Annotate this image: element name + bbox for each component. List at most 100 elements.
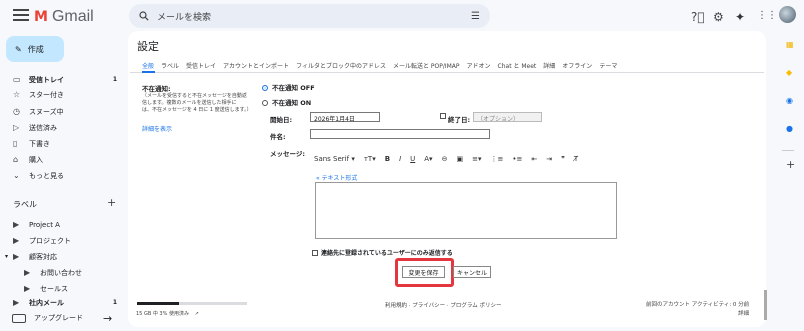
contacts-only-label: 連絡先に登録されているユーザーにのみ返信する <box>321 250 453 257</box>
label-item-inquiry[interactable]: ▶ お問い合わせ <box>0 265 125 280</box>
keep-icon[interactable]: ◆ <box>786 68 792 77</box>
contacts-only-option[interactable]: 連絡先に登録されているユーザーにのみ返信する <box>312 248 453 257</box>
indent-less-icon[interactable]: ⇤ <box>531 155 537 163</box>
nav-item-drafts[interactable]: ▯ 下書き <box>0 136 125 151</box>
search-icon[interactable] <box>139 11 149 21</box>
expand-icon[interactable]: ▾ <box>5 253 13 260</box>
tab-general[interactable]: 全般 <box>142 61 154 70</box>
tab-filters[interactable]: フィルタとブロック中のアドレス <box>296 61 386 70</box>
add-label-button[interactable]: + <box>107 196 116 209</box>
vacation-label: 不在通知: <box>142 85 171 93</box>
details-link[interactable]: 詳細を表示 <box>142 124 172 133</box>
nav-item-sent[interactable]: ▷ 送信済み <box>0 120 125 135</box>
tab-offline[interactable]: オフライン <box>562 61 592 70</box>
apps-icon[interactable]: ⋮⋮ <box>757 10 777 21</box>
gmail-logo[interactable]: M Gmail <box>34 8 94 26</box>
bold-icon[interactable]: B <box>385 155 390 163</box>
activity-details-link[interactable]: 詳細 <box>646 310 749 319</box>
label-item-project[interactable]: ▶ プロジェクト <box>0 233 125 248</box>
tab-accounts[interactable]: アカウントとインポート <box>223 61 289 70</box>
text-color-icon[interactable]: A▾ <box>424 155 432 163</box>
tab-addons[interactable]: アドオン <box>467 61 491 70</box>
star-icon: ☆ <box>13 90 21 99</box>
tab-labels[interactable]: ラベル <box>161 61 179 70</box>
nav-item-snoozed[interactable]: ◷ スヌーズ中 <box>0 104 125 119</box>
nav-item-starred[interactable]: ☆ スター付き <box>0 87 125 102</box>
nav-item-purchases[interactable]: ⌂ 購入 <box>0 152 125 167</box>
storage-text: 15 GB 中 3% 使用済み <box>136 311 189 317</box>
main-menu-button[interactable] <box>13 9 29 23</box>
message-label: メッセージ: <box>270 150 305 158</box>
image-icon[interactable]: ▣ <box>456 155 463 163</box>
tab-themes[interactable]: テーマ <box>599 61 617 70</box>
remove-format-icon[interactable]: T̸ <box>574 155 578 163</box>
add-addon-icon[interactable]: + <box>786 158 795 171</box>
active-tab-indicator <box>142 71 155 73</box>
end-date-label: 終了日: <box>448 116 471 124</box>
tag-icon: ⌂ <box>13 155 19 164</box>
tab-forwarding[interactable]: メール転送と POP/IMAP <box>393 61 460 70</box>
start-date-input[interactable]: 2026年1月4日 <box>310 112 380 123</box>
label-count: 1 <box>112 299 117 306</box>
upgrade-button[interactable]: アップグレード <box>12 313 83 323</box>
quote-icon[interactable]: ❞ <box>561 155 565 163</box>
arrow-right-icon[interactable]: → <box>103 312 112 325</box>
indent-more-icon[interactable]: ⇥ <box>546 155 552 163</box>
radio-on[interactable] <box>262 100 268 106</box>
vacation-on-label: 不在通知 ON <box>272 99 312 107</box>
contacts-icon[interactable]: ● <box>786 124 793 133</box>
underline-icon[interactable]: U <box>410 155 415 163</box>
numbered-list-icon[interactable]: ⋮≡ <box>490 155 503 163</box>
compose-label: 作成 <box>27 44 44 54</box>
bulleted-list-icon[interactable]: •≡ <box>512 155 522 163</box>
calendar-icon[interactable]: ▦ <box>786 40 794 49</box>
label-item-internal[interactable]: ▶ 社内メール 1 <box>0 297 125 308</box>
tab-inbox[interactable]: 受信トレイ <box>186 61 216 70</box>
end-date-checkbox[interactable] <box>440 113 446 119</box>
text-size-icon[interactable]: тT▾ <box>364 155 376 163</box>
align-icon[interactable]: ≡▾ <box>472 155 481 163</box>
compose-button[interactable]: ✎ 作成 <box>6 36 64 62</box>
tune-icon[interactable]: ☰ <box>471 11 480 22</box>
vacation-on-option[interactable]: 不在通知 ON <box>262 97 311 107</box>
nav-item-inbox[interactable]: ▭ 受信トレイ 1 <box>0 72 125 87</box>
tasks-icon[interactable]: ◉ <box>786 96 793 105</box>
radio-off[interactable] <box>262 85 268 91</box>
settings-icon[interactable]: ⚙ <box>713 10 724 24</box>
label-item-project-a[interactable]: ▶ Project A <box>0 217 125 232</box>
external-link-icon[interactable]: ↗ <box>195 311 199 317</box>
label-name: 社内メール <box>29 298 64 307</box>
gemini-icon[interactable]: ✦ <box>735 10 745 24</box>
gmail-logo-icon: M <box>34 9 48 25</box>
label-item-customer[interactable]: ▾ ▶ 顧客対応 <box>0 249 125 264</box>
link-icon[interactable]: ⊖ <box>442 155 448 163</box>
labels-header: ラベル <box>13 200 37 209</box>
tab-chat-meet[interactable]: Chat と Meet <box>498 61 537 70</box>
message-body[interactable] <box>315 182 617 239</box>
nav-item-more[interactable]: ⌄ もっと見る <box>0 168 125 183</box>
page-title: 設定 <box>137 40 159 53</box>
nav-label: 受信トレイ <box>29 75 64 84</box>
plain-text-link[interactable]: « テキスト形式 <box>316 173 357 182</box>
tab-advanced[interactable]: 詳細 <box>543 61 555 70</box>
vacation-off-option[interactable]: 不在通知 OFF <box>262 82 315 92</box>
avatar[interactable] <box>779 6 796 23</box>
draft-icon: ▯ <box>13 139 18 148</box>
inbox-icon: ▭ <box>13 75 21 84</box>
end-date-input[interactable]: （オプション） <box>473 112 542 123</box>
cancel-button[interactable]: キャンセル <box>453 266 491 278</box>
font-select[interactable]: Sans Serif ▾ <box>314 155 355 163</box>
subject-input[interactable] <box>310 129 490 139</box>
settings-tabs: 全般 ラベル 受信トレイ アカウントとインポート フィルタとブロック中のアドレス… <box>142 61 617 70</box>
label-item-sales[interactable]: ▶ セールス <box>0 281 125 296</box>
contacts-only-checkbox[interactable] <box>312 249 318 256</box>
search-input[interactable]: メールを検索 <box>157 10 211 23</box>
subject-label: 件名: <box>270 133 286 141</box>
scrollbar[interactable] <box>764 290 767 320</box>
help-icon[interactable]: ?⃝ <box>691 10 705 24</box>
footer-links[interactable]: 利用規約 · プライバシー · プログラム ポリシー <box>385 301 501 309</box>
clock-icon: ◷ <box>13 107 20 116</box>
italic-icon[interactable]: I <box>399 155 401 163</box>
search-bar[interactable]: メールを検索 ☰ <box>129 4 490 28</box>
label-icon: ▶ <box>13 236 20 245</box>
